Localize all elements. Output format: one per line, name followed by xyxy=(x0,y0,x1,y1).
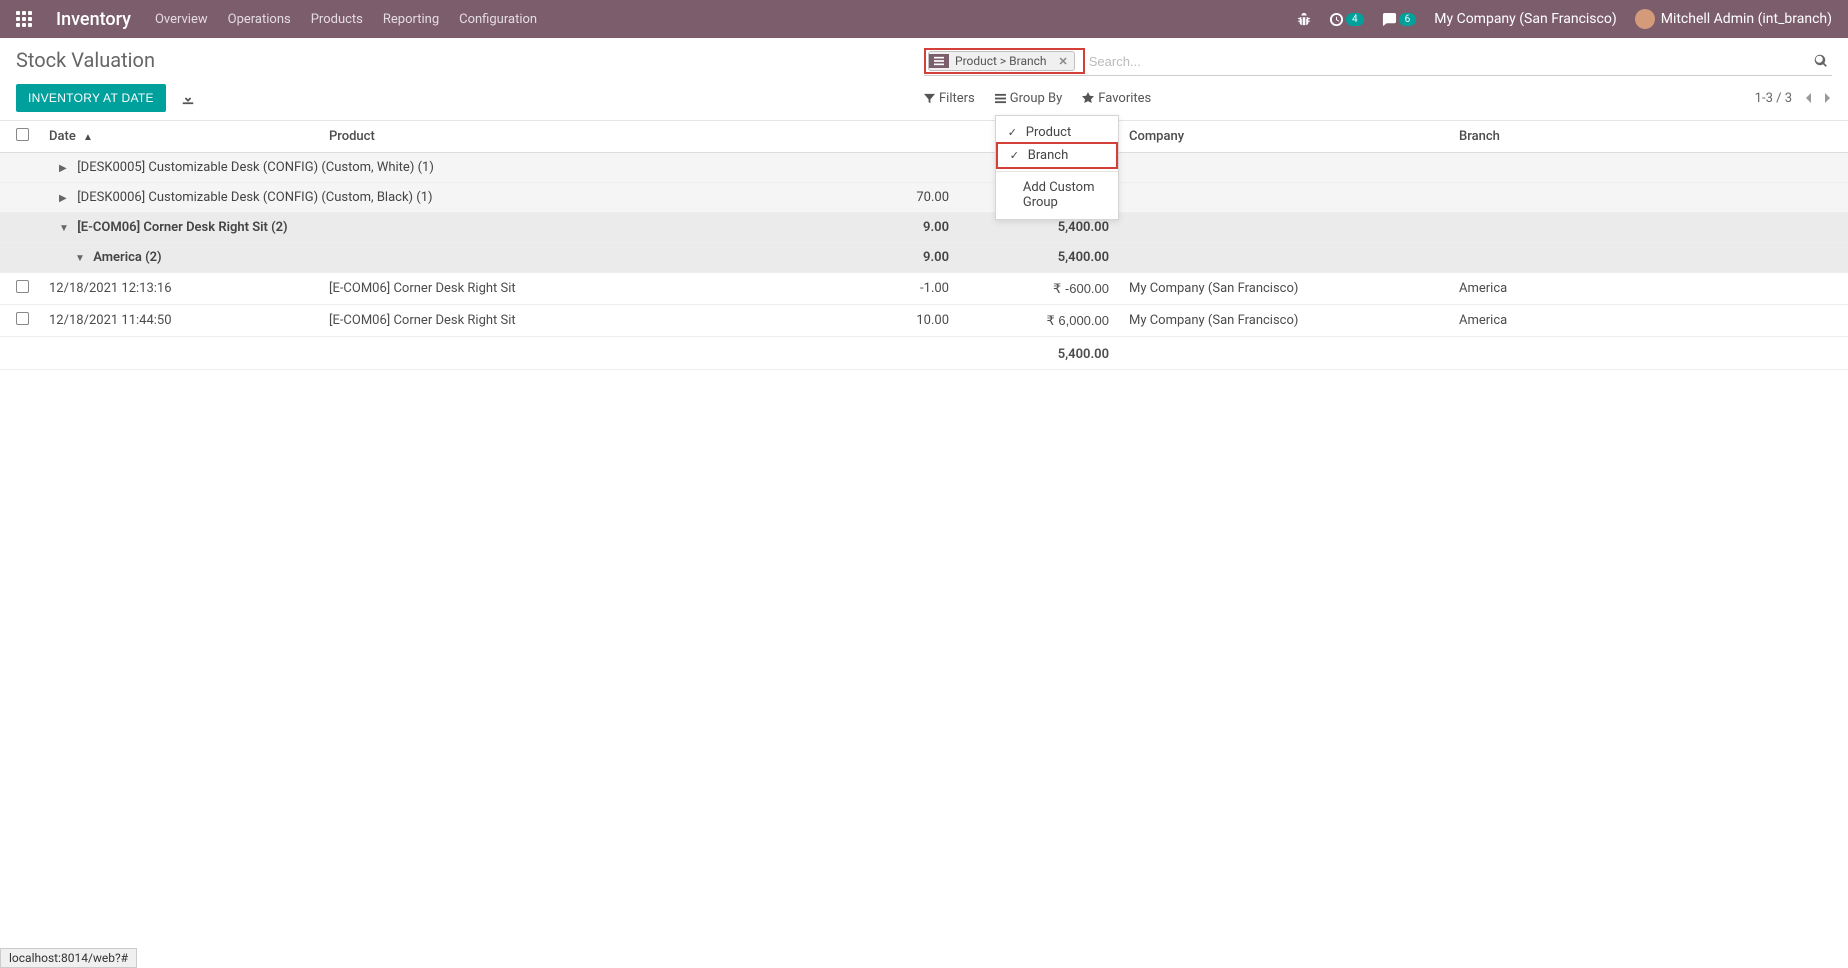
dropdown-item-label: Add Custom Group xyxy=(1023,180,1106,210)
caret-right-icon: ▶ xyxy=(59,193,71,204)
group-stack-icon xyxy=(929,54,949,68)
pager-next-icon[interactable] xyxy=(1824,92,1832,104)
group-label: [DESK0006] Customizable Desk (CONFIG) (C… xyxy=(77,190,432,205)
table-row[interactable]: 12/18/2021 12:13:16 [E-COM06] Corner Des… xyxy=(0,273,1848,305)
cell-company: My Company (San Francisco) xyxy=(1119,305,1449,337)
row-checkbox[interactable] xyxy=(16,312,29,325)
groupby-add-custom[interactable]: Add Custom Group xyxy=(996,176,1118,214)
messages-icon[interactable]: 6 xyxy=(1382,12,1417,27)
col-header-product[interactable]: Product xyxy=(319,121,809,153)
favorites-label: Favorites xyxy=(1098,91,1151,106)
check-icon: ✓ xyxy=(1008,126,1020,139)
nav-products[interactable]: Products xyxy=(311,12,363,27)
control-panel: Stock Valuation Product > Branch ✕ xyxy=(0,38,1848,121)
select-all-checkbox[interactable] xyxy=(16,128,29,141)
dropdown-divider xyxy=(996,171,1118,172)
search-bar[interactable]: Product > Branch ✕ xyxy=(924,48,1832,76)
col-header-company[interactable]: Company xyxy=(1119,121,1449,153)
caret-right-icon: ▶ xyxy=(59,163,71,174)
nav-overview[interactable]: Overview xyxy=(155,12,208,27)
data-table: Date ▲ Product Total Value Company Branc… xyxy=(0,121,1848,370)
brand-title[interactable]: Inventory xyxy=(56,9,131,30)
user-menu[interactable]: Mitchell Admin (int_branch) xyxy=(1635,9,1832,29)
dropdown-item-label: Branch xyxy=(1028,148,1068,163)
download-icon[interactable] xyxy=(176,86,200,110)
cell-total: ₹ -600.00 xyxy=(959,273,1119,305)
group-qty xyxy=(809,153,959,183)
avatar-icon xyxy=(1635,9,1655,29)
group-label: [E-COM06] Corner Desk Right Sit (2) xyxy=(77,220,287,235)
caret-down-icon: ▼ xyxy=(59,223,71,234)
user-name: Mitchell Admin (int_branch) xyxy=(1661,11,1832,27)
filters-label: Filters xyxy=(939,91,975,106)
group-label: America (2) xyxy=(93,250,161,265)
bug-icon[interactable] xyxy=(1297,12,1311,26)
favorites-toggle[interactable]: Favorites xyxy=(1082,91,1151,106)
cell-total: ₹ 6,000.00 xyxy=(959,305,1119,337)
groupby-toggle[interactable]: Group By ✓ Product ✓ Branch xyxy=(995,91,1063,106)
dropdown-item-label: Product xyxy=(1026,125,1071,140)
cell-qty: 10.00 xyxy=(809,305,959,337)
group-total: 5,400.00 xyxy=(959,243,1119,273)
check-icon: ✓ xyxy=(1010,149,1022,162)
sort-asc-icon: ▲ xyxy=(83,132,93,143)
cell-product: [E-COM06] Corner Desk Right Sit xyxy=(319,305,809,337)
group-qty: 9.00 xyxy=(809,213,959,243)
filters-toggle[interactable]: Filters xyxy=(924,91,975,106)
caret-down-icon: ▼ xyxy=(75,253,87,264)
search-input[interactable] xyxy=(1085,50,1810,73)
group-qty-faded: 70.00 xyxy=(809,183,959,213)
group-subrow-expanded[interactable]: ▼ America (2) 9.00 5,400.00 xyxy=(0,243,1848,273)
inventory-at-date-button[interactable]: INVENTORY AT DATE xyxy=(16,84,166,112)
search-icon[interactable] xyxy=(1810,54,1832,68)
facet-remove-icon[interactable]: ✕ xyxy=(1053,55,1074,68)
status-bar: localhost:8014/web?# xyxy=(0,948,137,968)
company-selector[interactable]: My Company (San Francisco) xyxy=(1434,11,1616,27)
groupby-item-branch[interactable]: ✓ Branch xyxy=(998,144,1116,167)
cell-company: My Company (San Francisco) xyxy=(1119,273,1449,305)
activity-badge: 4 xyxy=(1346,13,1364,26)
row-checkbox[interactable] xyxy=(16,280,29,293)
nav-configuration[interactable]: Configuration xyxy=(459,12,537,27)
table-row[interactable]: 12/18/2021 11:44:50 [E-COM06] Corner Des… xyxy=(0,305,1848,337)
table-container: Date ▲ Product Total Value Company Branc… xyxy=(0,121,1848,370)
groupby-dropdown: ✓ Product ✓ Branch Add Custom xyxy=(995,115,1119,220)
groupby-item-product[interactable]: ✓ Product xyxy=(996,121,1118,144)
nav-operations[interactable]: Operations xyxy=(228,12,291,27)
apps-icon[interactable] xyxy=(16,11,32,27)
group-row[interactable]: ▶ [DESK0005] Customizable Desk (CONFIG) … xyxy=(0,153,1848,183)
col-header-qty[interactable] xyxy=(809,121,959,153)
cell-branch: America xyxy=(1449,273,1848,305)
search-facet-highlight: Product > Branch ✕ xyxy=(924,48,1085,74)
cell-date: 12/18/2021 12:13:16 xyxy=(39,273,319,305)
nav-reporting[interactable]: Reporting xyxy=(383,12,439,27)
col-header-date[interactable]: Date ▲ xyxy=(39,121,319,153)
nav-menu: Overview Operations Products Reporting C… xyxy=(155,12,537,27)
activity-icon[interactable]: 4 xyxy=(1329,12,1364,27)
group-qty: 9.00 xyxy=(809,243,959,273)
facet-text: Product > Branch xyxy=(949,52,1053,70)
footer-total: 5,400.00 xyxy=(959,337,1119,370)
groupby-item-highlight: ✓ Branch xyxy=(996,142,1118,169)
top-navbar: Inventory Overview Operations Products R… xyxy=(0,0,1848,38)
pager-count[interactable]: 1-3 / 3 xyxy=(1755,91,1792,106)
cell-date: 12/18/2021 11:44:50 xyxy=(39,305,319,337)
group-label: [DESK0005] Customizable Desk (CONFIG) (C… xyxy=(77,160,434,175)
page-title: Stock Valuation xyxy=(16,48,924,72)
group-row[interactable]: ▶ [DESK0006] Customizable Desk (CONFIG) … xyxy=(0,183,1848,213)
col-header-branch[interactable]: Branch xyxy=(1449,121,1848,153)
pager-prev-icon[interactable] xyxy=(1804,92,1812,104)
groupby-label: Group By xyxy=(1010,91,1063,106)
cell-product: [E-COM06] Corner Desk Right Sit xyxy=(319,273,809,305)
search-facet: Product > Branch ✕ xyxy=(928,51,1075,71)
messages-badge: 6 xyxy=(1399,13,1417,26)
cell-branch: America xyxy=(1449,305,1848,337)
cell-qty: -1.00 xyxy=(809,273,959,305)
group-row-expanded[interactable]: ▼ [E-COM06] Corner Desk Right Sit (2) 9.… xyxy=(0,213,1848,243)
table-footer-row: 5,400.00 xyxy=(0,337,1848,370)
table-header-row: Date ▲ Product Total Value Company Branc… xyxy=(0,121,1848,153)
